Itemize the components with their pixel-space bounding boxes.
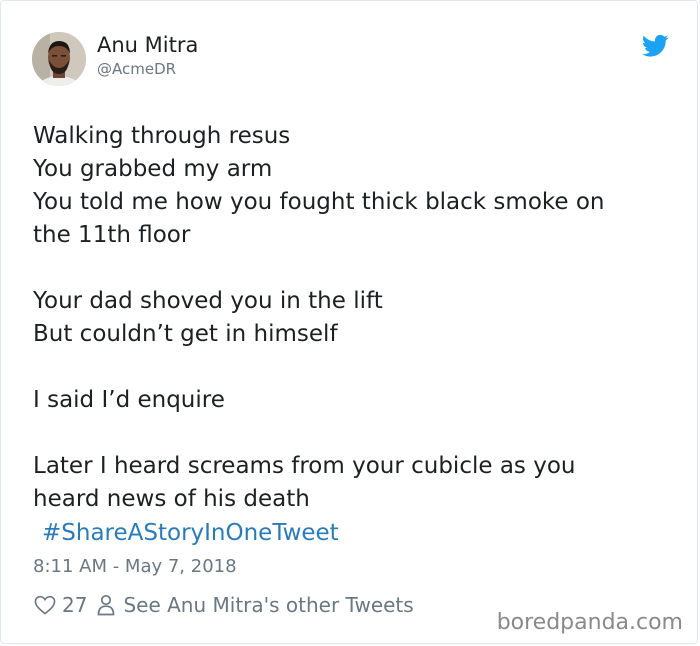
author-name[interactable]: Anu Mitra — [97, 32, 198, 58]
tweet-line: But couldn’t get in himself — [33, 321, 338, 347]
hashtag-link[interactable]: #ShareAStoryInOneTweet — [42, 517, 339, 550]
tweet-line: You told me how you fought thick black s… — [33, 189, 605, 215]
author-avatar[interactable] — [32, 32, 86, 86]
tweet-line — [33, 351, 673, 384]
author-handle[interactable]: @AcmeDR — [97, 59, 176, 79]
like-button[interactable]: 27 — [34, 593, 97, 617]
tweet-actions: 27 See Anu Mitra's other Tweets — [34, 591, 414, 619]
tweet-text: Walking through resus You grabbed my arm… — [33, 120, 673, 516]
tweet-line: Later I heard screams from your cubicle … — [33, 453, 576, 479]
other-tweets-label: See Anu Mitra's other Tweets — [123, 593, 414, 617]
person-icon — [97, 594, 115, 616]
tweet-line — [33, 252, 673, 285]
other-tweets-link[interactable]: See Anu Mitra's other Tweets — [97, 593, 414, 617]
tweet-line — [33, 417, 673, 450]
watermark: boredpanda.com — [496, 610, 683, 635]
like-count: 27 — [62, 593, 88, 617]
tweet-card: Anu Mitra @AcmeDR Walking through resus … — [0, 0, 698, 644]
twitter-bird-icon[interactable] — [641, 34, 669, 58]
tweet-line: Walking through resus — [33, 123, 291, 149]
tweet-line: heard news of his death — [33, 486, 310, 512]
tweet-timestamp[interactable]: 8:11 AM - May 7, 2018 — [33, 555, 237, 579]
tweet-line: the 11th floor — [33, 222, 191, 248]
avatar-photo — [32, 32, 86, 86]
heart-icon — [34, 595, 56, 615]
tweet-line: Your dad shoved you in the lift — [33, 288, 383, 314]
tweet-line: You grabbed my arm — [33, 156, 273, 182]
tweet-line: I said I’d enquire — [33, 387, 225, 413]
